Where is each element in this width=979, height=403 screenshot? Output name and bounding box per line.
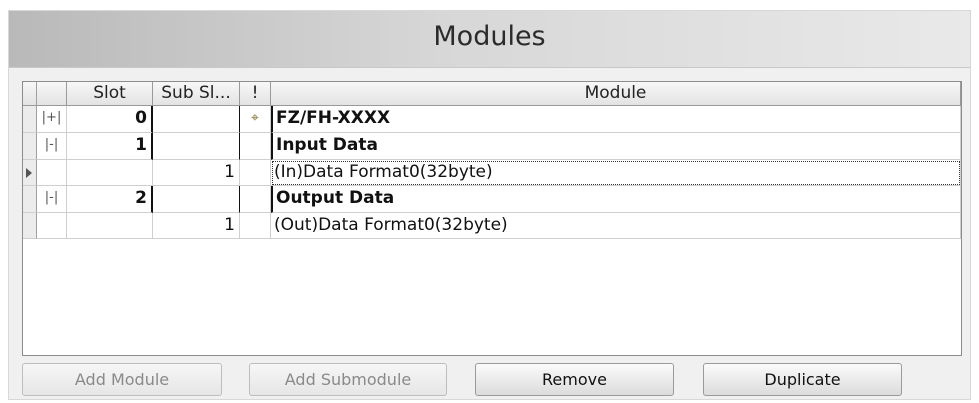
row-selector[interactable] — [23, 106, 37, 133]
modules-panel: Modules Slot Sub Sl... ! Module |+| 0 ⌖ … — [8, 10, 971, 400]
slot-cell: 2 — [67, 186, 153, 213]
row-selector[interactable] — [23, 133, 37, 160]
slot-cell: 0 — [67, 106, 153, 133]
duplicate-button[interactable]: Duplicate — [703, 363, 902, 396]
header-slot[interactable]: Slot — [67, 82, 153, 106]
module-cell: Input Data — [271, 133, 961, 160]
table-row[interactable]: |+| 0 ⌖ FZ/FH-XXXX — [23, 106, 961, 133]
add-submodule-button[interactable]: Add Submodule — [249, 363, 447, 396]
expander-cell — [37, 160, 67, 186]
subslot-cell — [153, 106, 240, 133]
flag-cell — [240, 186, 271, 213]
flag-cell — [240, 133, 271, 160]
current-row-arrow-icon — [26, 168, 32, 178]
module-cell: (In)Data Format0(32byte) — [271, 160, 961, 186]
header-subslot[interactable]: Sub Sl... — [153, 82, 240, 106]
subslot-cell — [153, 186, 240, 213]
slot-cell: 1 — [67, 133, 153, 160]
expander-cell — [37, 213, 67, 239]
panel-title: Modules — [433, 21, 546, 52]
grid-header-row: Slot Sub Sl... ! Module — [23, 82, 961, 106]
subslot-cell: 1 — [153, 160, 240, 186]
row-selector[interactable] — [23, 186, 37, 213]
module-cell: Output Data — [271, 186, 961, 213]
table-row[interactable]: 1 (Out)Data Format0(32byte) — [23, 213, 961, 239]
header-row-selector — [23, 82, 37, 106]
row-selector[interactable] — [23, 160, 37, 186]
module-cell: FZ/FH-XXXX — [271, 106, 961, 133]
button-bar: Add Module Add Submodule Remove Duplicat… — [9, 357, 972, 401]
slot-cell — [67, 160, 153, 186]
expand-toggle-icon[interactable]: |+| — [37, 106, 67, 133]
collapse-toggle-icon[interactable]: |-| — [37, 186, 67, 213]
remove-button[interactable]: Remove — [475, 363, 674, 396]
row-selector[interactable] — [23, 213, 37, 239]
module-cell: (Out)Data Format0(32byte) — [271, 213, 961, 239]
flag-cell — [240, 213, 271, 239]
modules-grid[interactable]: Slot Sub Sl... ! Module |+| 0 ⌖ FZ/FH-XX… — [22, 81, 962, 356]
header-flag[interactable]: ! — [240, 82, 271, 106]
collapse-toggle-icon[interactable]: |-| — [37, 133, 67, 160]
subslot-cell — [153, 133, 240, 160]
subslot-cell: 1 — [153, 213, 240, 239]
flag-cell — [240, 160, 271, 186]
pin-icon: ⌖ — [240, 106, 271, 133]
table-row[interactable]: |-| 2 Output Data — [23, 186, 961, 213]
table-row[interactable]: |-| 1 Input Data — [23, 133, 961, 160]
add-module-button[interactable]: Add Module — [22, 363, 222, 396]
table-row[interactable]: 1 (In)Data Format0(32byte) — [23, 160, 961, 186]
slot-cell — [67, 213, 153, 239]
header-module[interactable]: Module — [271, 82, 961, 106]
header-expander — [37, 82, 67, 106]
title-bar: Modules — [9, 11, 970, 68]
